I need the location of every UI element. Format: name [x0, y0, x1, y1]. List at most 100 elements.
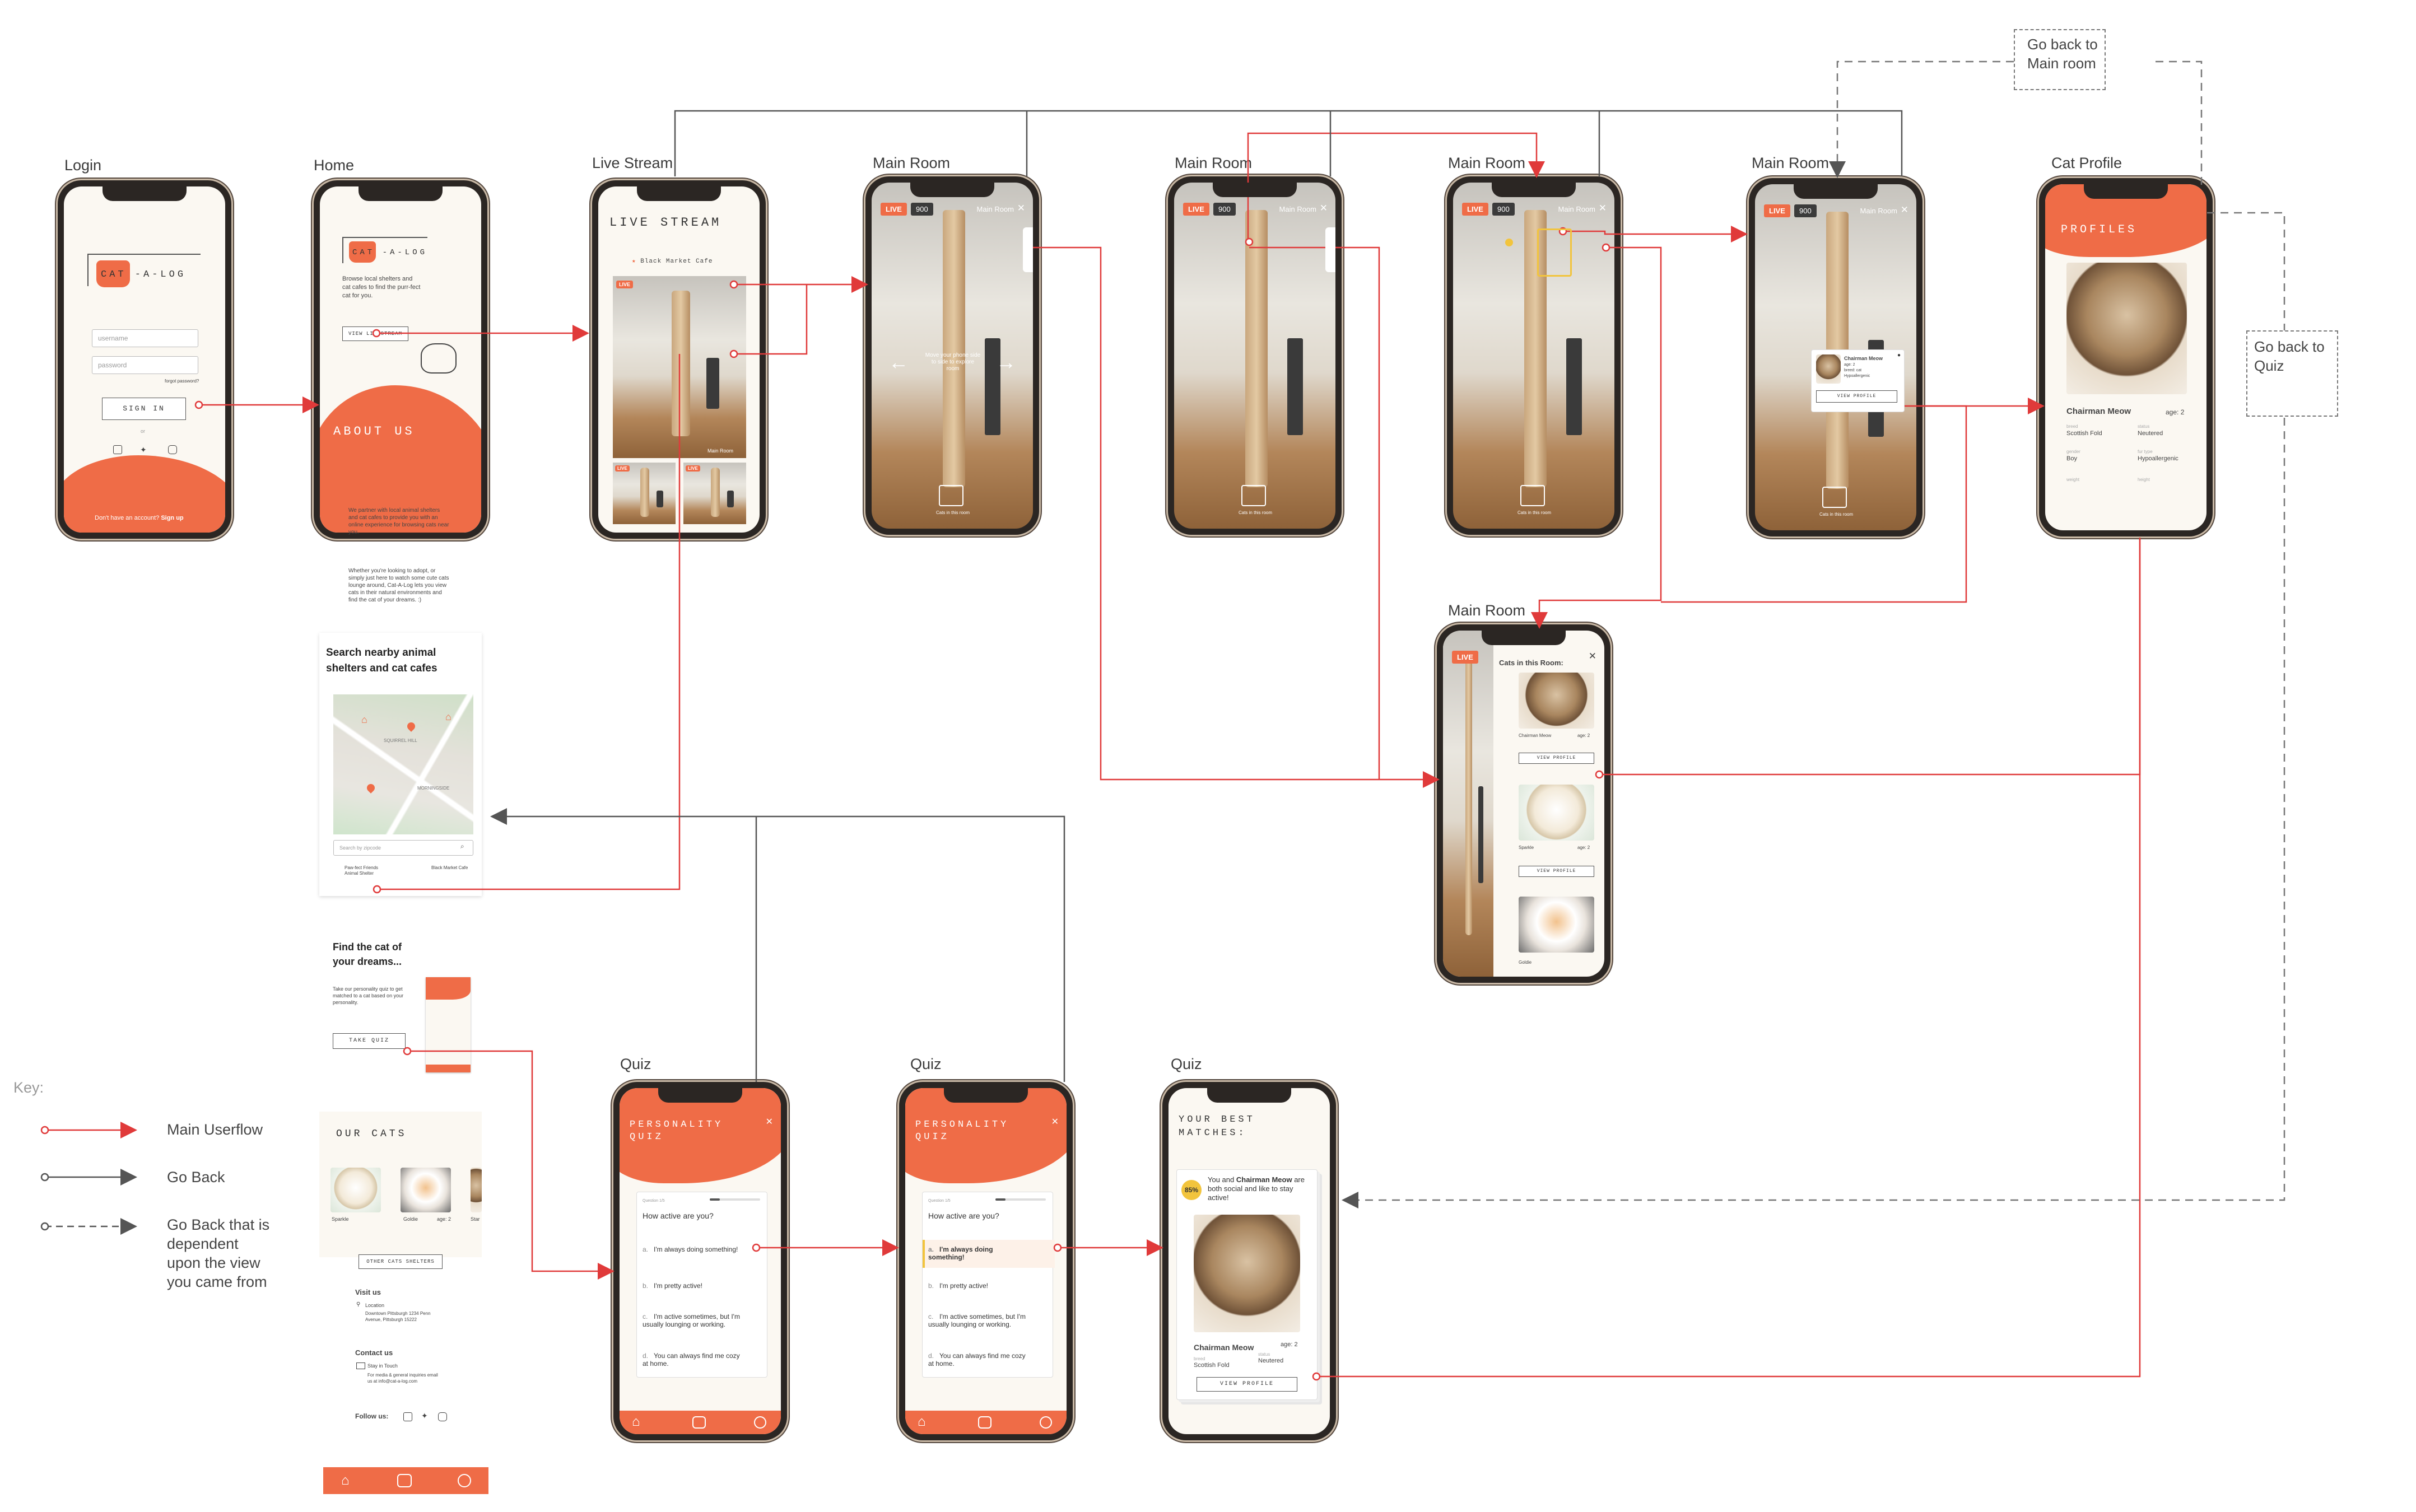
close-icon[interactable]: ✕	[1901, 204, 1908, 216]
list-cat-age-1: age: 2	[1577, 733, 1590, 738]
username-field[interactable]: username	[92, 329, 198, 347]
search-map[interactable]: ⌂ ⌂ SQUIRREL HILL MORNINGSIDE	[333, 694, 473, 834]
close-icon[interactable]: ✕	[1320, 203, 1328, 214]
thumb-live-badge-2: LIVE	[686, 465, 700, 472]
view-count: 900	[1492, 203, 1515, 216]
nav-profile-icon[interactable]	[754, 1416, 766, 1429]
quiz-option-c[interactable]: c. I'm active sometimes, but I'm usually …	[643, 1313, 743, 1328]
list-cat-photo-2[interactable]	[1519, 785, 1594, 841]
arrow-right-icon[interactable]: →	[996, 351, 1016, 374]
room-tab-handle[interactable]	[1023, 227, 1033, 272]
popup-close-icon[interactable]: ●	[1897, 352, 1901, 358]
profile-weight-label: weight	[2066, 477, 2080, 482]
instagram-icon[interactable]	[168, 445, 177, 454]
cat-highlight-box[interactable]	[1537, 228, 1572, 277]
nav-profile-icon[interactable]	[458, 1474, 471, 1487]
visit-us-heading: Visit us	[355, 1288, 381, 1296]
quiz-option-d[interactable]: d. You can always find me cozy at home.	[643, 1352, 743, 1368]
quiz-close-icon[interactable]: ✕	[766, 1116, 773, 1127]
quiz-option-d[interactable]: d. You can always find me cozy at home.	[928, 1352, 1029, 1368]
arrow-left-icon[interactable]: ←	[888, 351, 909, 374]
nav-cat-icon[interactable]	[978, 1416, 991, 1429]
room-label: Main Room	[1558, 205, 1595, 213]
nav-cat-icon[interactable]	[692, 1416, 706, 1429]
room-label: Main Room	[976, 205, 1014, 213]
match-view-profile-button[interactable]: VIEW PROFILE	[1197, 1377, 1297, 1392]
signup-link[interactable]: Sign up	[161, 515, 183, 521]
map-home-icon-2[interactable]: ⌂	[361, 714, 367, 726]
email-text: For media & general inquiries email us a…	[367, 1373, 438, 1384]
footer-facebook-icon[interactable]	[403, 1412, 412, 1421]
thumb-stream-2[interactable]	[683, 463, 746, 524]
cafe-star-icon: ★	[632, 258, 636, 265]
nav-home-icon[interactable]: ⌂	[341, 1473, 350, 1488]
nav-profile-icon[interactable]	[1040, 1416, 1052, 1429]
notch	[1482, 631, 1566, 645]
list-view-profile-2[interactable]: VIEW PROFILE	[1519, 866, 1594, 877]
quiz-preview-footer	[426, 1065, 471, 1072]
cats-hint: Cats in this room	[1819, 512, 1854, 517]
legend-main-userflow: Main Userflow	[167, 1121, 263, 1138]
cat-thumb-sparkle[interactable]	[330, 1168, 381, 1212]
twitter-icon[interactable]: ✦	[140, 445, 147, 455]
list-cat-photo-3[interactable]	[1519, 897, 1594, 953]
quiz-option-c[interactable]: c. I'm active sometimes, but I'm usually …	[928, 1313, 1029, 1328]
result-cafe[interactable]: Black Market Cafe	[431, 865, 471, 871]
footer-instagram-icon[interactable]	[438, 1412, 447, 1421]
sign-in-button[interactable]: SIGN IN	[102, 398, 186, 420]
location-pin-icon: ⚲	[356, 1301, 361, 1308]
screen-quiz-2: PERSONALITY QUIZ ✕ Question 1/5 How acti…	[905, 1088, 1067, 1434]
quiz-option-b[interactable]: b. I'm pretty active!	[643, 1282, 743, 1290]
phone-main-room-3: LIVE 900 Main Room ✕ Cats in this room	[1447, 176, 1621, 535]
close-icon[interactable]: ✕	[1017, 203, 1025, 214]
footer-twitter-icon[interactable]: ✦	[421, 1411, 428, 1421]
match-breed: Scottish Fold	[1194, 1362, 1230, 1369]
profile-cat-age: age: 2	[2166, 408, 2185, 416]
quiz-close-icon[interactable]: ✕	[1051, 1116, 1059, 1127]
nav-home-icon[interactable]: ⌂	[918, 1414, 926, 1430]
take-quiz-button[interactable]: TAKE QUIZ	[333, 1033, 406, 1049]
quiz-option-b[interactable]: b. I'm pretty active!	[928, 1282, 1029, 1290]
main-stream-preview[interactable]	[613, 276, 746, 458]
title-main-room-2: Main Room	[1175, 155, 1253, 171]
cats-in-room-icon[interactable]	[1822, 487, 1847, 508]
forgot-password-link[interactable]: forgot password?	[165, 377, 199, 385]
thumb-stream-1[interactable]	[613, 463, 676, 524]
close-icon[interactable]: ✕	[1589, 651, 1596, 662]
nav-home-icon[interactable]: ⌂	[632, 1414, 640, 1430]
cat-thumb-star[interactable]	[471, 1168, 482, 1212]
zipcode-search-input[interactable]: Search by zipcode	[333, 840, 473, 856]
quiz-progress-fill	[995, 1198, 1005, 1201]
cat-thumb-goldie[interactable]	[401, 1168, 451, 1212]
facebook-icon[interactable]	[113, 445, 122, 454]
map-pin-icon-2[interactable]	[365, 782, 376, 794]
popup-view-profile-button[interactable]: VIEW PROFILE	[1816, 390, 1897, 403]
map-pin-icon[interactable]	[406, 721, 417, 732]
quiz-description: Take our personality quiz to get matched…	[333, 986, 404, 1005]
other-shelters-button[interactable]: OTHER CATS SHELTERS	[359, 1254, 443, 1269]
nav-cat-icon[interactable]	[397, 1474, 412, 1487]
list-cat-photo-1[interactable]	[1519, 673, 1594, 729]
cats-in-room-icon[interactable]	[1241, 485, 1266, 506]
cats-in-room-icon[interactable]	[1520, 485, 1545, 506]
view-livestream-button[interactable]: VIEW LIVESTREAM	[342, 326, 408, 341]
popup-cat-name: Chairman Meow	[1844, 356, 1883, 361]
room-tab-handle[interactable]	[1325, 227, 1335, 272]
result-shelter[interactable]: Paw-fect Friends Animal Shelter	[345, 865, 389, 876]
match-text: You and Chairman Meow are both social an…	[1208, 1175, 1309, 1202]
cat-marker-icon[interactable]	[1505, 239, 1513, 246]
list-view-profile-1[interactable]: VIEW PROFILE	[1519, 753, 1594, 764]
cats-list-title: Cats in this Room:	[1499, 659, 1563, 667]
cats-in-room-icon[interactable]	[939, 485, 963, 506]
quiz-option-a[interactable]: a. I'm always doing something!	[928, 1245, 1029, 1261]
password-field[interactable]: password	[92, 356, 198, 374]
cafe-name-text: Black Market Cafe	[640, 258, 713, 265]
quiz-option-a[interactable]: a. I'm always doing something!	[643, 1245, 743, 1253]
search-icon[interactable]: ⌕	[460, 842, 464, 851]
option-text: You can always find me cozy at home.	[928, 1352, 1026, 1368]
option-text: I'm always doing something!	[654, 1245, 738, 1253]
close-icon[interactable]: ✕	[1599, 203, 1607, 214]
map-home-icon[interactable]: ⌂	[445, 711, 451, 723]
title-quiz-2: Quiz	[910, 1056, 942, 1072]
match-title: YOUR BEST MATCHES:	[1179, 1114, 1255, 1138]
